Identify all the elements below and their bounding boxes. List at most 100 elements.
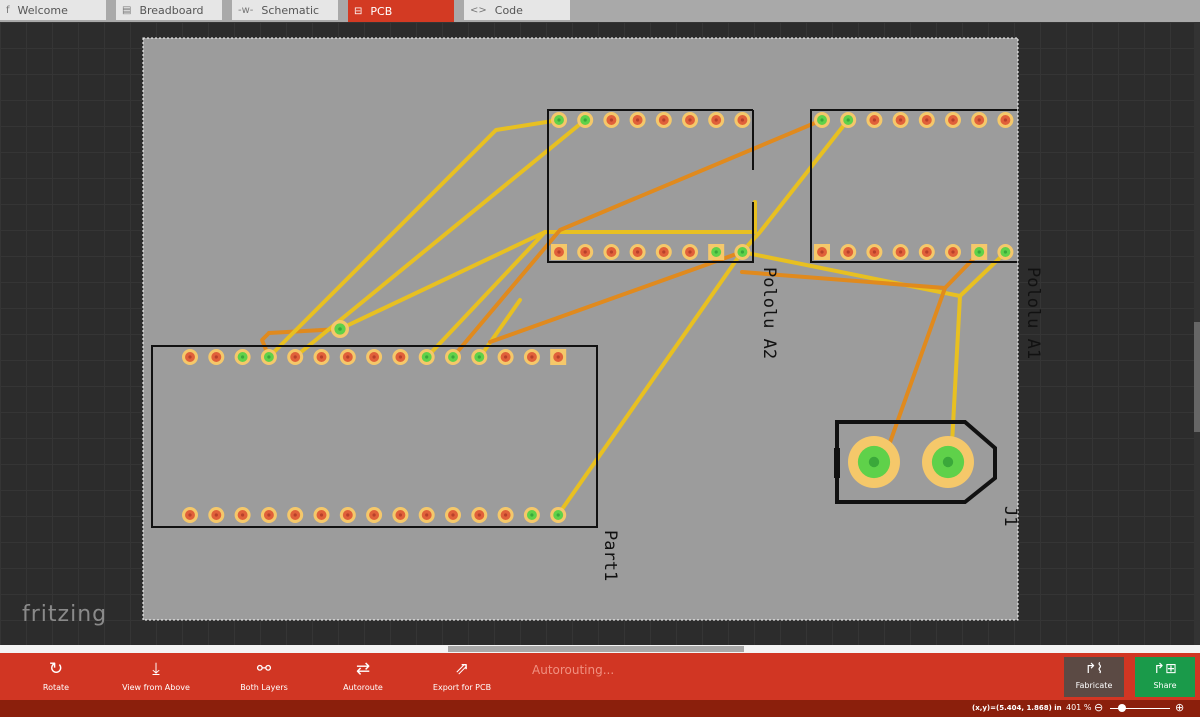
fabricate-label: Fabricate <box>1075 681 1113 690</box>
pad[interactable] <box>339 507 356 523</box>
pad[interactable] <box>287 507 304 523</box>
tab-schematic[interactable]: -w- Schematic <box>232 0 338 20</box>
pcb-view[interactable]: Pololu A2 Pololu A1 Part1 J1 <box>0 22 1200 645</box>
export-for-pcb-button[interactable]: ⇗ Export for PCB <box>417 655 507 692</box>
pad[interactable] <box>445 349 461 365</box>
pad[interactable] <box>551 244 567 260</box>
fritzing-logo: fritzing <box>22 602 108 627</box>
fabricate-button[interactable]: ↱⌇ Fabricate <box>1064 657 1124 697</box>
pad[interactable] <box>234 507 251 523</box>
pad[interactable] <box>840 244 857 260</box>
pad[interactable] <box>418 349 435 365</box>
pad[interactable] <box>182 507 198 523</box>
tab-label: PCB <box>370 4 393 18</box>
pad[interactable] <box>922 436 974 488</box>
pad[interactable] <box>629 244 646 260</box>
pad[interactable] <box>523 349 540 365</box>
pad[interactable] <box>918 244 935 260</box>
pad[interactable] <box>945 244 961 260</box>
pad[interactable] <box>208 507 225 523</box>
scrollbar-thumb[interactable] <box>448 646 744 652</box>
share-icon: ↱⊞ <box>1153 661 1177 677</box>
pad[interactable] <box>866 244 883 260</box>
pad[interactable] <box>708 244 725 260</box>
export-label: Export for PCB <box>432 683 492 692</box>
zoom-slider-handle[interactable] <box>1118 704 1126 712</box>
tab-label: Code <box>494 3 523 17</box>
pad[interactable] <box>287 349 304 365</box>
pad[interactable] <box>682 244 698 260</box>
pad[interactable] <box>366 507 383 523</box>
pad[interactable] <box>208 349 225 365</box>
pad[interactable] <box>497 507 514 523</box>
pad[interactable] <box>550 349 567 365</box>
pad[interactable] <box>392 349 409 365</box>
share-button[interactable]: ↱⊞ Share <box>1135 657 1195 697</box>
pad[interactable] <box>682 112 698 128</box>
pad[interactable] <box>445 507 461 523</box>
pad[interactable] <box>814 244 830 260</box>
pad[interactable] <box>734 244 751 260</box>
pad[interactable] <box>366 349 383 365</box>
both-layers-button[interactable]: ⚯ Both Layers <box>219 655 309 692</box>
layers-label: Both Layers <box>240 683 288 692</box>
pad[interactable] <box>734 112 751 128</box>
tab-label: Schematic <box>261 3 320 17</box>
tab-code[interactable]: <> Code <box>464 0 570 20</box>
pad[interactable] <box>971 112 988 128</box>
pololu-a2-label: Pololu A2 <box>759 267 779 359</box>
pad[interactable] <box>392 507 409 523</box>
pad[interactable] <box>182 349 198 365</box>
pad[interactable] <box>892 244 909 260</box>
horizontal-scrollbar[interactable] <box>0 645 1200 653</box>
pad[interactable] <box>577 244 594 260</box>
rotate-button[interactable]: ↻ Rotate <box>11 655 101 692</box>
tab-pcb[interactable]: ⊟ PCB <box>348 0 454 22</box>
pad[interactable] <box>997 112 1014 128</box>
pad[interactable] <box>655 244 672 260</box>
pcb-canvas[interactable]: Pololu A2 Pololu A1 Part1 J1 fritzing <box>0 22 1200 645</box>
autoroute-button[interactable]: ⇄ Autoroute <box>318 655 408 692</box>
pad[interactable] <box>471 349 488 365</box>
tab-breadboard[interactable]: ▤ Breadboard <box>116 0 222 20</box>
pad[interactable] <box>655 112 672 128</box>
zoom-out-icon[interactable]: ⊖ <box>1094 701 1103 714</box>
view-from-above-button[interactable]: ⤓ View from Above <box>111 655 201 692</box>
pad[interactable] <box>629 112 646 128</box>
layers-icon: ⚯ <box>256 659 272 679</box>
tab-welcome[interactable]: f Welcome <box>0 0 106 20</box>
pad[interactable] <box>866 112 883 128</box>
fritzing-f-icon: f <box>6 4 10 16</box>
pad[interactable] <box>577 112 594 128</box>
pad[interactable] <box>551 112 567 128</box>
pad[interactable] <box>331 320 349 338</box>
pad[interactable] <box>997 244 1014 260</box>
pad[interactable] <box>892 112 909 128</box>
pad[interactable] <box>418 507 435 523</box>
pad[interactable] <box>708 112 725 128</box>
scrollbar-thumb[interactable] <box>1194 322 1200 432</box>
pad[interactable] <box>848 436 900 488</box>
pad[interactable] <box>471 507 488 523</box>
pad[interactable] <box>918 112 935 128</box>
pad[interactable] <box>840 112 857 128</box>
cursor-coordinates: (x,y)=(5.404, 1.868) in <box>972 704 1062 712</box>
pad[interactable] <box>550 507 567 523</box>
pad[interactable] <box>945 112 961 128</box>
vertical-scrollbar[interactable] <box>1194 22 1200 645</box>
pad[interactable] <box>814 112 830 128</box>
pad[interactable] <box>313 349 330 365</box>
pad[interactable] <box>603 112 620 128</box>
zoom-in-icon[interactable]: ⊕ <box>1175 701 1184 714</box>
pad[interactable] <box>603 244 620 260</box>
pad[interactable] <box>234 349 251 365</box>
pad[interactable] <box>497 349 514 365</box>
pad[interactable] <box>971 244 988 260</box>
pad[interactable] <box>313 507 330 523</box>
pad[interactable] <box>339 349 356 365</box>
pad[interactable] <box>260 507 277 523</box>
breadboard-icon: ▤ <box>122 4 132 16</box>
pad[interactable] <box>523 507 540 523</box>
pad[interactable] <box>260 349 277 365</box>
fabricate-icon: ↱⌇ <box>1084 661 1104 677</box>
